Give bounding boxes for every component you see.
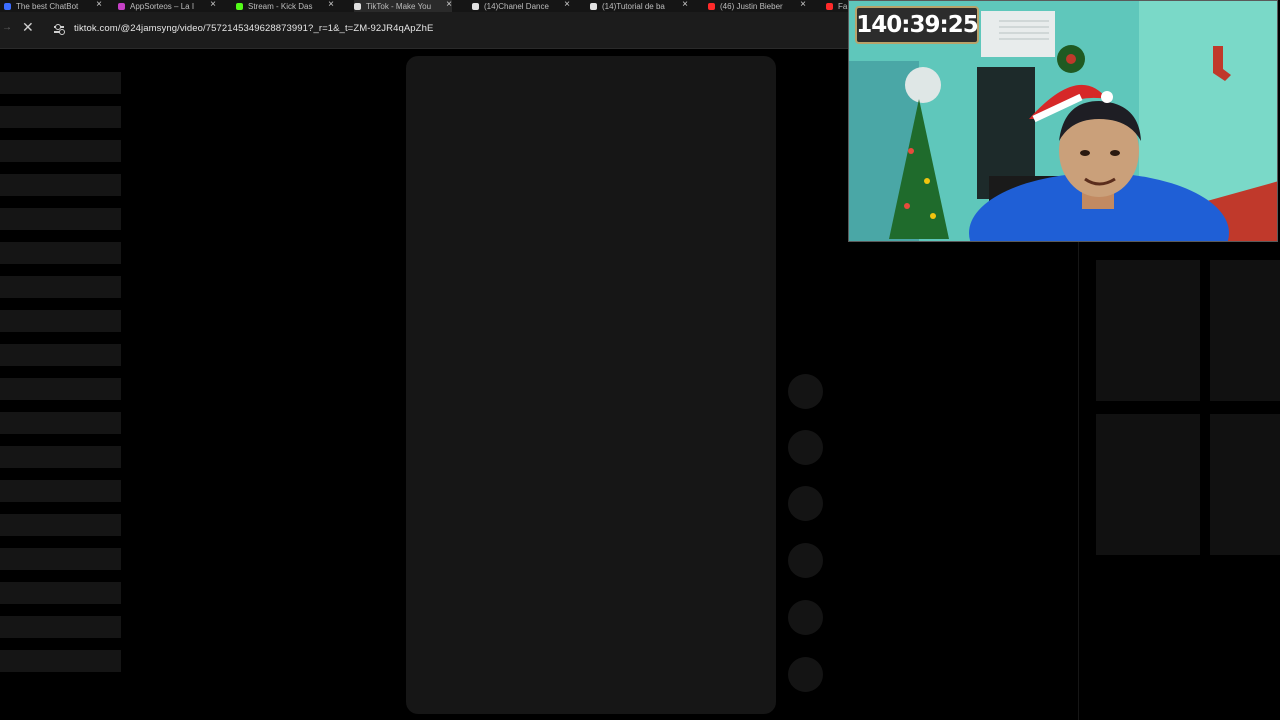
browser-tab[interactable]: Stream - Kick Das ×: [236, 0, 334, 12]
tab-favicon-icon: [826, 2, 833, 10]
close-icon[interactable]: ×: [682, 0, 688, 10]
column-divider: [1078, 242, 1079, 720]
stop-loading-icon[interactable]: ✕: [22, 19, 34, 36]
tab-title: AppSorteos – La I: [130, 1, 195, 11]
skeleton-row: [0, 548, 121, 570]
skeleton-row: [0, 310, 121, 332]
tab-title: The best ChatBot: [16, 1, 79, 11]
browser-tab[interactable]: TikTok - Make You ×: [354, 0, 452, 12]
skeleton-row: [0, 514, 121, 536]
action-button-skeleton[interactable]: [788, 486, 823, 521]
action-button-skeleton[interactable]: [788, 430, 823, 465]
close-icon[interactable]: ×: [446, 0, 452, 10]
tab-title: Fa: [838, 1, 848, 11]
forward-arrow-icon[interactable]: →: [2, 22, 12, 33]
skeleton-row: [0, 140, 121, 162]
tab-title: (14)Tutorial de ba: [602, 1, 665, 11]
tab-favicon-icon: [354, 2, 361, 10]
tab-favicon-icon: [708, 2, 715, 10]
action-button-skeleton[interactable]: [788, 543, 823, 578]
close-icon[interactable]: ×: [210, 0, 216, 10]
skeleton-row: [0, 106, 121, 128]
thumbnail-placeholder[interactable]: [1210, 260, 1280, 401]
thumbnail-placeholder[interactable]: [1210, 414, 1280, 555]
skeleton-row: [0, 616, 121, 638]
thumbnail-placeholder[interactable]: [1096, 260, 1200, 401]
skeleton-row: [0, 446, 121, 468]
stream-timer-value: 140:39:25: [856, 12, 978, 38]
tab-strip: The best ChatBot × AppSorteos – La I × Strea…: [0, 0, 848, 12]
webcam-overlay: 140:39:25: [848, 0, 1278, 242]
tab-title: TikTok - Make You: [366, 1, 432, 11]
action-button-skeleton[interactable]: [788, 600, 823, 635]
action-button-skeleton[interactable]: [788, 657, 823, 692]
url-field[interactable]: tiktok.com/@24jamsyng/video/757214534962…: [74, 23, 433, 34]
tab-title: (46) Justin Bieber: [720, 1, 783, 11]
tab-favicon-icon: [590, 2, 597, 10]
browser-tab[interactable]: AppSorteos – La I ×: [118, 0, 216, 12]
tab-title: Stream - Kick Das: [248, 1, 313, 11]
skeleton-row: [0, 650, 121, 672]
thumbnail-placeholder[interactable]: [1096, 414, 1200, 555]
tab-favicon-icon: [4, 2, 11, 10]
tab-favicon-icon: [472, 2, 479, 10]
skeleton-row: [0, 378, 121, 400]
browser-tab[interactable]: Fa: [826, 0, 848, 12]
skeleton-row: [0, 480, 121, 502]
skeleton-row: [0, 412, 121, 434]
close-icon[interactable]: ×: [800, 0, 806, 10]
skeleton-row: [0, 582, 121, 604]
browser-tab[interactable]: (14)Chanel Dance ×: [472, 0, 570, 12]
close-icon[interactable]: ×: [564, 0, 570, 10]
skeleton-row: [0, 344, 121, 366]
address-bar: → ✕ tiktok.com/@24jamsyng/video/75721453…: [0, 12, 848, 49]
tab-favicon-icon: [118, 2, 125, 10]
skeleton-row: [0, 174, 121, 196]
skeleton-row: [0, 242, 121, 264]
skeleton-row: [0, 72, 121, 94]
browser-tab[interactable]: (14)Tutorial de ba ×: [590, 0, 688, 12]
tab-title: (14)Chanel Dance: [484, 1, 549, 11]
site-info-icon[interactable]: [52, 23, 66, 37]
browser-tab[interactable]: The best ChatBot ×: [4, 0, 102, 12]
close-icon[interactable]: ×: [328, 0, 334, 10]
action-button-skeleton[interactable]: [788, 374, 823, 409]
tab-favicon-icon: [236, 2, 243, 10]
close-icon[interactable]: ×: [96, 0, 102, 10]
stream-timer: 140:39:25: [855, 6, 979, 44]
video-player-placeholder[interactable]: [406, 56, 776, 714]
skeleton-row: [0, 276, 121, 298]
browser-tab[interactable]: (46) Justin Bieber ×: [708, 0, 806, 12]
skeleton-row: [0, 208, 121, 230]
